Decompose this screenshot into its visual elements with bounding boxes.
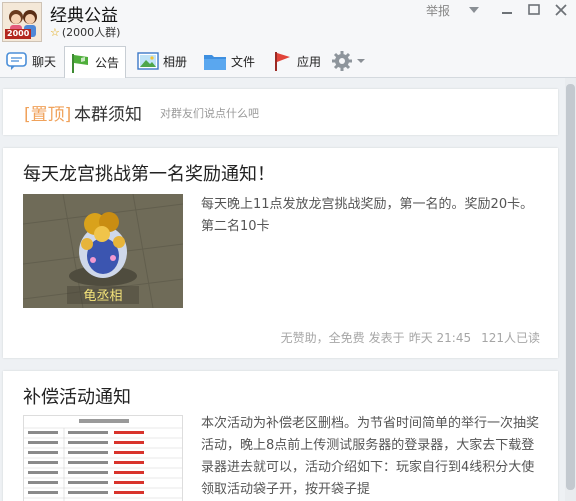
member-count-text: (2000人群): [61, 26, 121, 39]
group-header: 2000 经典公益 ☆ (2000人群) 举报: [0, 0, 576, 43]
tab-chat-label: 聊天: [32, 54, 57, 69]
tab-album-label: 相册: [163, 54, 188, 69]
dropdown-arrow-icon[interactable]: [466, 3, 482, 17]
report-link[interactable]: 举报: [426, 2, 450, 19]
tab-chat[interactable]: 聊天: [6, 46, 56, 76]
tab-album[interactable]: 相册: [137, 46, 187, 76]
pinned-tag: [置顶]: [24, 105, 72, 125]
group-toolbar: 聊天 公告 相册 文件 应用: [0, 43, 576, 78]
tab-apps[interactable]: 应用: [271, 46, 321, 76]
announcement-card[interactable]: 补偿活动通知 本次活动为补偿老区删档。为节省时间简单的举行一次抽奖活动，晚上8点…: [3, 371, 558, 501]
star-icon: ☆: [50, 26, 60, 39]
avatar-badge: 2000: [5, 29, 32, 39]
rules-title: 本群须知: [74, 105, 142, 125]
feed-scrollbar[interactable]: [565, 78, 576, 501]
group-member-count: ☆ (2000人群): [50, 24, 120, 40]
tab-announcement[interactable]: 公告: [64, 46, 127, 78]
photo-icon: [137, 52, 159, 70]
announcement-feed: [置顶] 本群须知 对群友们说点什么吧 每天龙宫挑战第一名奖励通知！ 龟丞相 每…: [0, 78, 576, 501]
game-character-image: 龟丞相: [23, 194, 183, 308]
rules-hint: 对群友们说点什么吧: [160, 107, 259, 120]
folder-icon: [204, 55, 226, 70]
read-count[interactable]: 121人已读: [481, 331, 540, 345]
red-flag-icon: [275, 52, 290, 71]
maximize-icon[interactable]: [526, 3, 542, 17]
close-icon[interactable]: [553, 3, 569, 17]
posted-label: 发表于: [368, 331, 405, 345]
tab-files[interactable]: 文件: [203, 46, 255, 76]
announcement-body: 本次活动为补偿老区删档。为节省时间简单的举行一次抽奖活动，晚上8点前上传测试服务…: [201, 416, 540, 497]
announcement-title: 补偿活动通知: [23, 387, 131, 408]
minimize-icon[interactable]: [499, 3, 515, 17]
group-rules-card[interactable]: [置顶] 本群须知 对群友们说点什么吧: [3, 89, 558, 135]
settings-menu[interactable]: [330, 46, 366, 76]
posted-time: 昨天 21:45: [408, 331, 472, 345]
announcement-thumbnail[interactable]: 龟丞相: [23, 194, 183, 308]
announcement-title: 每天龙宫挑战第一名奖励通知！: [23, 164, 275, 185]
flag-icon: [72, 53, 88, 73]
tab-announcement-label: 公告: [95, 56, 120, 70]
announcement-card[interactable]: 每天龙宫挑战第一名奖励通知！ 龟丞相 每天晚上11点发放龙宫挑战奖励，第一名的。…: [3, 148, 558, 358]
scrollbar-thumb[interactable]: [566, 84, 575, 490]
tab-apps-label: 应用: [297, 54, 322, 69]
document-preview-image: [24, 416, 182, 501]
gear-icon: [332, 51, 352, 71]
announcement-meta: 无赞助，全免费 发表于 昨天 21:45 121人已读: [277, 329, 540, 346]
group-name: 经典公益: [50, 6, 118, 26]
group-avatar[interactable]: 2000: [2, 2, 42, 42]
character-caption: 龟丞相: [83, 289, 122, 304]
announcement-body: 每天晚上11点发放龙宫挑战奖励，第一名的。奖励20卡。第二名10卡: [201, 197, 534, 234]
sponsor-status: 无赞助，全免费: [280, 331, 365, 345]
tab-files-label: 文件: [231, 54, 256, 69]
announcement-thumbnail[interactable]: [23, 415, 183, 501]
chevron-down-icon: [357, 59, 365, 63]
chat-bubble-icon: [6, 52, 27, 70]
